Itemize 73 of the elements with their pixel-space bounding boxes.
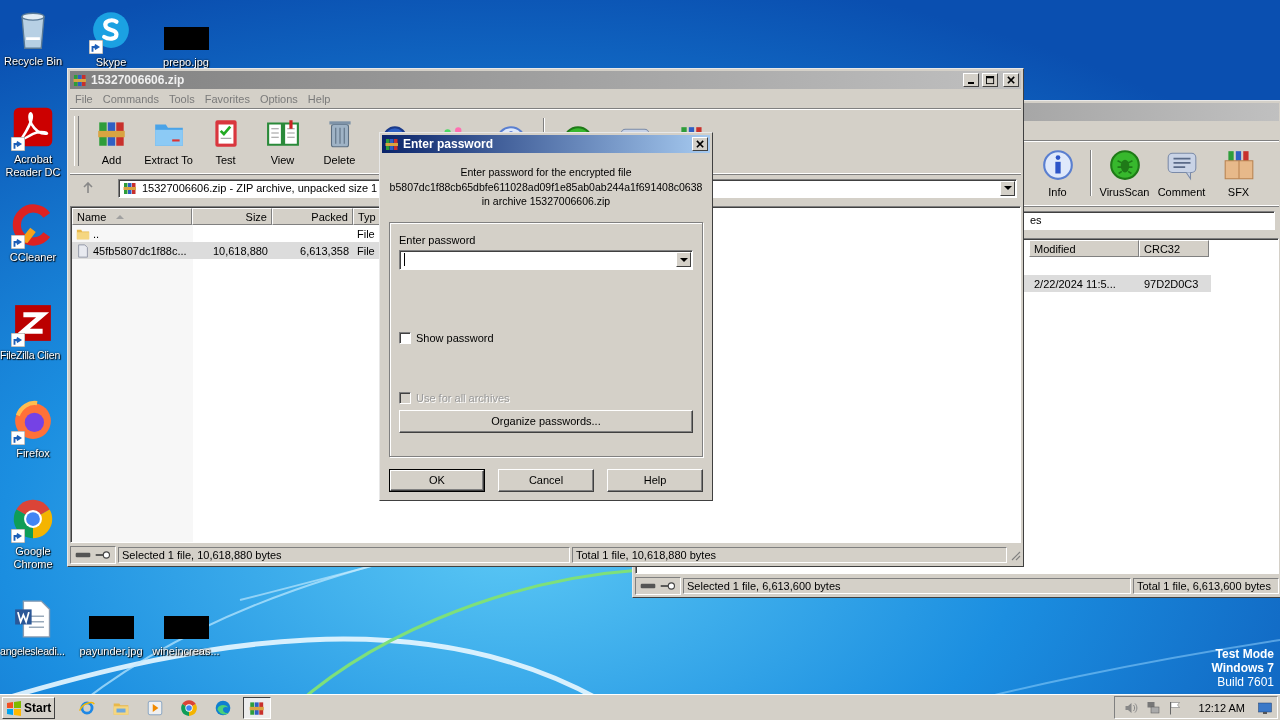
- up-arrow-icon: [82, 182, 94, 194]
- wave-globe-icon: [214, 698, 233, 717]
- info-icon: [1040, 148, 1075, 182]
- column-header[interactable]: Modified: [1029, 240, 1139, 257]
- status-text: Selected 1 file, 6,613,600 bytes: [683, 577, 1131, 594]
- start-button[interactable]: Start: [2, 696, 56, 719]
- close-icon: [1006, 75, 1016, 85]
- key-icon: [94, 549, 112, 560]
- minimize-icon: [968, 82, 974, 84]
- key-icon: [659, 580, 677, 591]
- toolbar-button[interactable]: Extract To: [140, 111, 197, 171]
- column-header[interactable]: Packed: [272, 208, 353, 225]
- toolbar-button[interactable]: Add: [83, 111, 140, 171]
- status-text: Total 1 file, 6,613,600 bytes: [1133, 577, 1279, 594]
- toolbar-button[interactable]: Test: [197, 111, 254, 171]
- show-desktop-icon[interactable]: [1257, 699, 1273, 716]
- icon-label[interactable]: prepo.jpg: [163, 56, 209, 69]
- dropdown-arrow-icon[interactable]: [1003, 184, 1012, 192]
- play-icon: [146, 698, 165, 717]
- bug-icon: [1107, 148, 1142, 182]
- status-text: Selected 1 file, 10,618,880 bytes: [118, 546, 570, 563]
- wheel-icon[interactable]: [11, 497, 55, 541]
- checkbox-label[interactable]: Show password: [416, 331, 494, 344]
- icon-label[interactable]: Acrobat Reader DC: [0, 153, 66, 179]
- dialog-message: b5807dc1f88cb65dbfe611028ad09f1e85ab0ab244a1f691408c0638: [389, 179, 703, 194]
- dialog-message: Enter password for the encrypted file: [460, 165, 632, 180]
- dialog-button[interactable]: OK: [389, 468, 485, 492]
- table-cell: 6,613,358: [300, 244, 349, 257]
- stacked-books-icon: [122, 180, 138, 196]
- table-cell: 10,618,880: [212, 244, 268, 257]
- taskbar-button[interactable]: [243, 696, 272, 719]
- table-cell: File: [357, 244, 375, 257]
- close-icon: [695, 139, 705, 149]
- toolbar-button[interactable]: Delete: [311, 111, 368, 171]
- maximize-icon: [985, 75, 995, 85]
- table-cell-text: 2/22/2024 11:5...: [1033, 277, 1117, 290]
- window-title: 15327006606.zip: [91, 73, 186, 87]
- dialog-button[interactable]: Cancel: [498, 468, 594, 492]
- stacked-books-icon: [72, 72, 88, 88]
- field-label: Enter password: [399, 233, 477, 246]
- dialog-title: Enter password: [403, 137, 495, 151]
- icon-label[interactable]: Skype: [95, 56, 127, 69]
- system-notice: Windows 7: [1211, 661, 1274, 675]
- status-text: Total 1 file, 10,618,880 bytes: [572, 546, 1007, 563]
- toolbar-button[interactable]: View: [254, 111, 311, 171]
- password-field[interactable]: [399, 249, 693, 270]
- organize-passwords-button[interactable]: Organize passwords...: [399, 409, 693, 433]
- toolbar-button[interactable]: VirusScan: [1096, 143, 1153, 203]
- column-header[interactable]: Name: [72, 208, 192, 225]
- system-notice: Test Mode: [1215, 647, 1274, 661]
- column-header[interactable]: Size: [192, 208, 272, 225]
- system-notice: Build 7601: [1217, 675, 1274, 689]
- toolbar-button[interactable]: Comment: [1153, 143, 1210, 203]
- dropdown-arrow-icon[interactable]: [679, 255, 688, 264]
- toolbar-button[interactable]: SFX: [1210, 143, 1267, 203]
- four-pane-logo-icon: [6, 699, 22, 716]
- wheel-icon: [180, 698, 199, 717]
- toolbar-button[interactable]: Info: [1029, 143, 1086, 203]
- icon-label[interactable]: CCleaner: [9, 251, 57, 264]
- table-cell: 45fb5807dc1f88c...: [93, 244, 187, 257]
- stacked-books-icon: [384, 136, 400, 152]
- sort-arrow-icon: [116, 213, 125, 220]
- table-cell-text: 97D2D0C3: [1143, 277, 1200, 290]
- dialog-button[interactable]: Help: [607, 468, 703, 492]
- clock[interactable]: 12:12 AM: [1198, 701, 1245, 714]
- close-button[interactable]: [692, 137, 708, 151]
- icon-label[interactable]: Recycle Bin: [3, 55, 63, 68]
- column-header[interactable]: CRC32: [1139, 240, 1209, 257]
- table-cell: File: [357, 227, 375, 240]
- table-cell: ..: [93, 227, 100, 240]
- icon-label[interactable]: FileZilla Clien: [0, 349, 60, 362]
- file-icon: [76, 243, 90, 258]
- checkbox[interactable]: [399, 331, 411, 344]
